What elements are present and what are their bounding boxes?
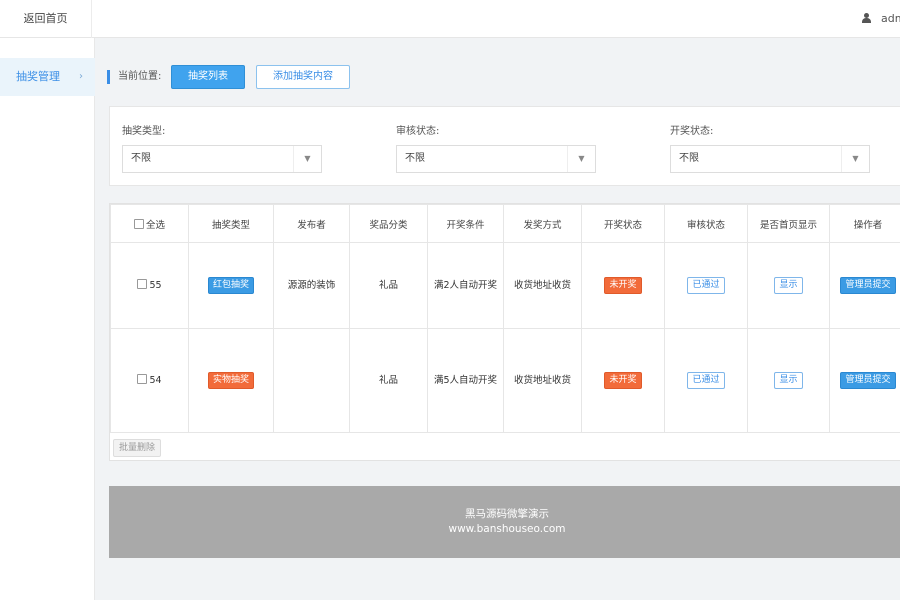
operator-badge[interactable]: 管理员提交 bbox=[840, 277, 896, 294]
header-operator: 操作者 bbox=[829, 204, 900, 243]
home-display-badge[interactable]: 显示 bbox=[774, 277, 803, 294]
add-lottery-button[interactable]: 添加抽奖内容 bbox=[256, 65, 350, 89]
footer-banner: 黑马源码微擎演示 www.banshouseo.com bbox=[109, 486, 900, 558]
type-cell: 红包抽奖 bbox=[188, 242, 274, 329]
breadcrumb-accent bbox=[107, 70, 110, 84]
row-id: 55 bbox=[149, 279, 162, 291]
select-all-checkbox[interactable] bbox=[133, 218, 144, 229]
home-display-cell: 显示 bbox=[747, 328, 830, 433]
draw-status-badge[interactable]: 未开奖 bbox=[604, 372, 642, 389]
filter-label: 抽奖类型: bbox=[122, 126, 166, 137]
method-cell: 收货地址收货 bbox=[503, 242, 582, 329]
filter-label: 开奖状态: bbox=[670, 126, 714, 137]
filter-label: 审核状态: bbox=[396, 126, 440, 137]
lottery-table: 全选 抽奖类型 发布者 奖品分类 开奖条件 发奖方式 开奖状态 审核状态 是否首… bbox=[110, 204, 900, 433]
row-select-cell: 54 bbox=[110, 328, 189, 433]
table-row: 55 红包抽奖 源源的装饰 礼品 满2人自动开奖 收货地址收货 未开奖 已通过 … bbox=[110, 242, 900, 329]
user-menu[interactable]: admin bbox=[862, 0, 900, 38]
row-checkbox[interactable] bbox=[137, 373, 148, 384]
home-display-badge[interactable]: 显示 bbox=[774, 372, 803, 389]
draw-status-select[interactable]: 不限 ▼ bbox=[670, 145, 870, 173]
header-label: 全选 bbox=[145, 219, 165, 231]
chevron-down-icon: ▼ bbox=[567, 146, 595, 172]
review-status-badge[interactable]: 已通过 bbox=[687, 277, 725, 294]
top-bar: 返回首页 admin bbox=[0, 0, 900, 38]
chevron-down-icon: ▼ bbox=[293, 146, 321, 172]
operator-cell: 管理员提交 bbox=[829, 328, 900, 433]
user-icon bbox=[862, 13, 871, 23]
operator-badge[interactable]: 管理员提交 bbox=[840, 372, 896, 389]
type-cell: 实物抽奖 bbox=[188, 328, 274, 433]
type-tag: 红包抽奖 bbox=[207, 277, 254, 294]
draw-status-badge[interactable]: 未开奖 bbox=[604, 277, 642, 294]
filter-panel: 抽奖类型: 不限 ▼ 审核状态: 不限 ▼ 开奖状态: 不限 ▼ bbox=[109, 106, 900, 186]
publisher-cell bbox=[273, 328, 350, 433]
header-draw-status: 开奖状态 bbox=[581, 204, 665, 243]
back-home-link[interactable]: 返回首页 bbox=[0, 0, 92, 38]
table-row: 54 实物抽奖 礼品 满5人自动开奖 收货地址收货 未开奖 已通过 显示 管理员… bbox=[110, 328, 900, 433]
chevron-right-icon: › bbox=[79, 71, 83, 82]
header-review-status: 审核状态 bbox=[664, 204, 748, 243]
filter-draw-status: 开奖状态: 不限 ▼ bbox=[670, 125, 870, 173]
footer-line-2: www.banshouseo.com bbox=[448, 523, 566, 535]
sidebar-item-lottery[interactable]: 抽奖管理 › bbox=[0, 58, 95, 96]
row-select-cell: 55 bbox=[110, 242, 189, 329]
review-status-cell: 已通过 bbox=[664, 328, 748, 433]
row-id: 54 bbox=[149, 374, 162, 386]
user-name: admin bbox=[881, 12, 900, 25]
draw-status-cell: 未开奖 bbox=[581, 328, 665, 433]
draw-status-cell: 未开奖 bbox=[581, 242, 665, 329]
header-condition: 开奖条件 bbox=[427, 204, 504, 243]
category-cell: 礼品 bbox=[349, 328, 428, 433]
sidebar-item-label: 抽奖管理 bbox=[16, 70, 60, 83]
breadcrumb-label: 当前位置: bbox=[118, 71, 162, 82]
review-status-select[interactable]: 不限 ▼ bbox=[396, 145, 596, 173]
home-display-cell: 显示 bbox=[747, 242, 830, 329]
select-value: 不限 bbox=[131, 153, 151, 164]
row-checkbox[interactable] bbox=[137, 278, 148, 289]
filter-review-status: 审核状态: 不限 ▼ bbox=[396, 125, 596, 173]
lottery-type-select[interactable]: 不限 ▼ bbox=[122, 145, 322, 173]
table-header-row: 全选 抽奖类型 发布者 奖品分类 开奖条件 发奖方式 开奖状态 审核状态 是否首… bbox=[110, 204, 900, 243]
select-value: 不限 bbox=[405, 153, 425, 164]
review-status-badge[interactable]: 已通过 bbox=[687, 372, 725, 389]
header-select-all[interactable]: 全选 bbox=[110, 204, 189, 243]
batch-delete-button[interactable]: 批量删除 bbox=[113, 439, 162, 457]
header-type: 抽奖类型 bbox=[188, 204, 274, 243]
lottery-table-panel: 全选 抽奖类型 发布者 奖品分类 开奖条件 发奖方式 开奖状态 审核状态 是否首… bbox=[109, 203, 900, 461]
main-content: 当前位置: 抽奖列表 添加抽奖内容 抽奖类型: 不限 ▼ 审核状态: 不限 ▼ … bbox=[95, 38, 900, 600]
header-method: 发奖方式 bbox=[503, 204, 582, 243]
review-status-cell: 已通过 bbox=[664, 242, 748, 329]
type-tag: 实物抽奖 bbox=[207, 372, 254, 389]
footer-line-1: 黑马源码微擎演示 bbox=[465, 508, 549, 520]
condition-cell: 满2人自动开奖 bbox=[427, 242, 504, 329]
lottery-list-button[interactable]: 抽奖列表 bbox=[171, 65, 245, 89]
chevron-down-icon: ▼ bbox=[841, 146, 869, 172]
publisher-cell: 源源的装饰 bbox=[273, 242, 350, 329]
operator-cell: 管理员提交 bbox=[829, 242, 900, 329]
category-cell: 礼品 bbox=[349, 242, 428, 329]
filter-lottery-type: 抽奖类型: 不限 ▼ bbox=[122, 125, 322, 173]
select-value: 不限 bbox=[679, 153, 699, 164]
condition-cell: 满5人自动开奖 bbox=[427, 328, 504, 433]
method-cell: 收货地址收货 bbox=[503, 328, 582, 433]
header-category: 奖品分类 bbox=[349, 204, 428, 243]
header-home-display: 是否首页显示 bbox=[747, 204, 830, 243]
sidebar: 抽奖管理 › bbox=[0, 38, 95, 600]
header-publisher: 发布者 bbox=[273, 204, 350, 243]
